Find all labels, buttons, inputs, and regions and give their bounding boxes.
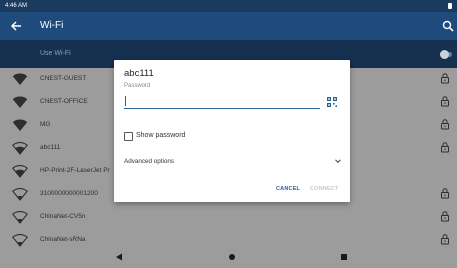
network-name: 3100000000001200 bbox=[40, 190, 98, 197]
advanced-options-label[interactable]: Advanced options bbox=[124, 158, 174, 165]
text-caret bbox=[125, 96, 126, 106]
back-nav-icon[interactable] bbox=[114, 252, 124, 262]
status-time: 4:46 AM bbox=[5, 3, 28, 9]
wifi-signal-icon bbox=[12, 187, 28, 201]
dialog-title: abc111 bbox=[124, 68, 154, 79]
connect-button[interactable]: CONNECT bbox=[310, 186, 339, 192]
lock-icon bbox=[441, 188, 449, 199]
lock-icon bbox=[441, 119, 449, 130]
network-name: ChinaNet-sRNa bbox=[40, 236, 86, 243]
toolbar: Wi-Fi bbox=[0, 12, 457, 40]
lock-icon bbox=[441, 142, 449, 153]
status-bar: 4:46 AM bbox=[0, 0, 457, 12]
recents-nav-icon[interactable] bbox=[339, 252, 349, 262]
show-password-label[interactable]: Show password bbox=[136, 132, 185, 139]
battery-icon bbox=[448, 3, 452, 9]
password-label: Password bbox=[124, 83, 151, 89]
navigation-bar bbox=[0, 246, 457, 268]
use-wifi-toggle-knob[interactable] bbox=[440, 50, 449, 59]
cancel-button[interactable]: CANCEL bbox=[276, 186, 300, 192]
search-icon[interactable] bbox=[441, 19, 455, 33]
network-row[interactable]: ChinaNet-CV5n bbox=[0, 206, 457, 229]
wifi-signal-icon bbox=[12, 141, 28, 155]
wifi-password-dialog: abc111 Password Show password Advanced o… bbox=[114, 60, 350, 202]
network-name: ChinaNet-CV5n bbox=[40, 213, 86, 220]
wifi-signal-icon bbox=[12, 119, 28, 131]
qr-code-scan-icon[interactable] bbox=[326, 96, 338, 108]
network-name: MG bbox=[40, 121, 51, 128]
page-title: Wi-Fi bbox=[40, 20, 64, 31]
password-input[interactable] bbox=[124, 94, 320, 109]
lock-icon bbox=[441, 211, 449, 222]
lock-icon bbox=[441, 96, 449, 107]
lock-icon bbox=[441, 73, 449, 84]
back-arrow-icon[interactable] bbox=[8, 18, 24, 34]
network-name: CNEST-GUEST bbox=[40, 75, 87, 82]
wifi-signal-icon bbox=[12, 164, 28, 178]
use-wifi-label: Use Wi-Fi bbox=[40, 50, 71, 57]
network-name: abc111 bbox=[40, 144, 61, 151]
lock-icon bbox=[441, 234, 449, 245]
home-nav-icon[interactable] bbox=[227, 252, 237, 262]
wifi-signal-icon bbox=[12, 96, 28, 108]
wifi-signal-icon bbox=[12, 210, 28, 224]
wifi-signal-icon bbox=[12, 73, 28, 85]
network-name: CNEST-OFFICE bbox=[40, 98, 88, 105]
chevron-down-icon[interactable] bbox=[334, 157, 342, 165]
show-password-checkbox[interactable] bbox=[124, 132, 133, 141]
network-name: HP-Print-2F-LaserJet Pr bbox=[40, 167, 110, 174]
